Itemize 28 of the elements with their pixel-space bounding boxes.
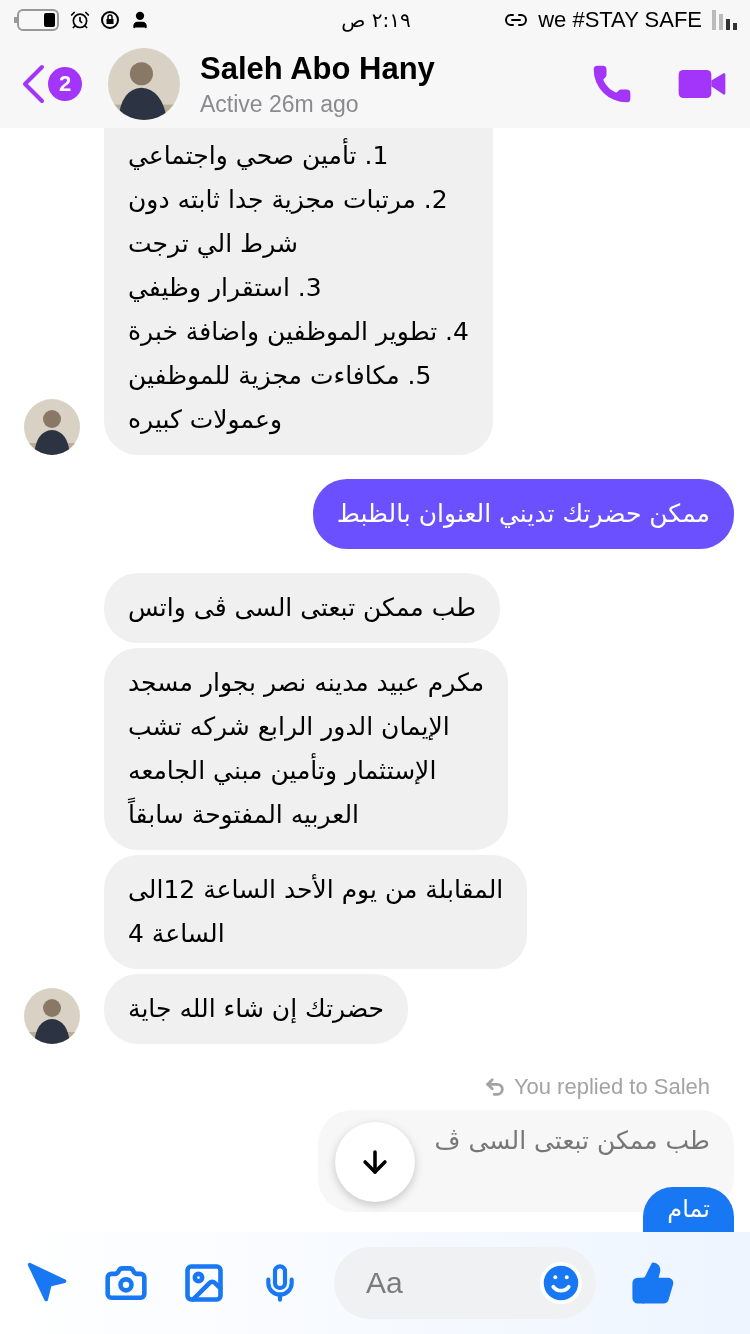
message-field[interactable]: Aa: [334, 1247, 596, 1319]
unread-badge: 2: [48, 67, 82, 101]
active-status: Active 26m ago: [200, 90, 360, 118]
alarm-icon: [70, 10, 90, 30]
avatar: [24, 399, 80, 455]
gallery-button[interactable]: [182, 1261, 226, 1305]
text-input[interactable]: Aa: [364, 1265, 518, 1301]
person-icon: [130, 10, 150, 30]
message-bubble: حضرتك إن شاء الله جاية: [104, 974, 409, 1044]
message-bubble: مكرم عبيد مدينه نصر بجوار مسجد الإيمان الدور الرابع شركه تشب الإستثمار وتأمين مبني الجامعه العربيه المفتوحة سابقاً: [104, 648, 509, 850]
message-bubble: طب ممكن تبعتى السى ڤى واتس: [104, 573, 501, 643]
back-icon: [20, 64, 46, 104]
reply-note: You replied to Saleh: [483, 1074, 710, 1100]
signal-icon: [712, 10, 738, 30]
reply-icon: [483, 1076, 506, 1098]
message-bubble: ممكن حضرتك تديني العنوان بالظبط: [312, 479, 734, 549]
status-time: ٢:١٩ ص: [341, 8, 411, 32]
message-bubble: المقابلة من يوم الأحد الساعة 12الى الساعة 4: [104, 855, 528, 969]
contact-name: Saleh Abo Hany: [200, 50, 436, 87]
emoji-button[interactable]: [538, 1260, 584, 1306]
message-bubble: تمام: [643, 1187, 734, 1232]
back-button[interactable]: 2: [20, 64, 82, 104]
rotation-lock-icon: [100, 10, 120, 30]
message-bubble: 1. تأمين صحي واجتماعي 2. مرتبات مجزية جدا ثابته دون شرط الي ترجت 3. استقرار وظيفي 4. تطوير الموظفين واضافة خبرة 5. مكافاءت مجزية للموظفين وعمولات كبيره: [104, 128, 493, 455]
like-button[interactable]: [630, 1260, 676, 1306]
avatar: [24, 988, 80, 1044]
battery-icon: [14, 9, 60, 31]
carrier-name: we #STAY SAFE: [538, 7, 702, 33]
